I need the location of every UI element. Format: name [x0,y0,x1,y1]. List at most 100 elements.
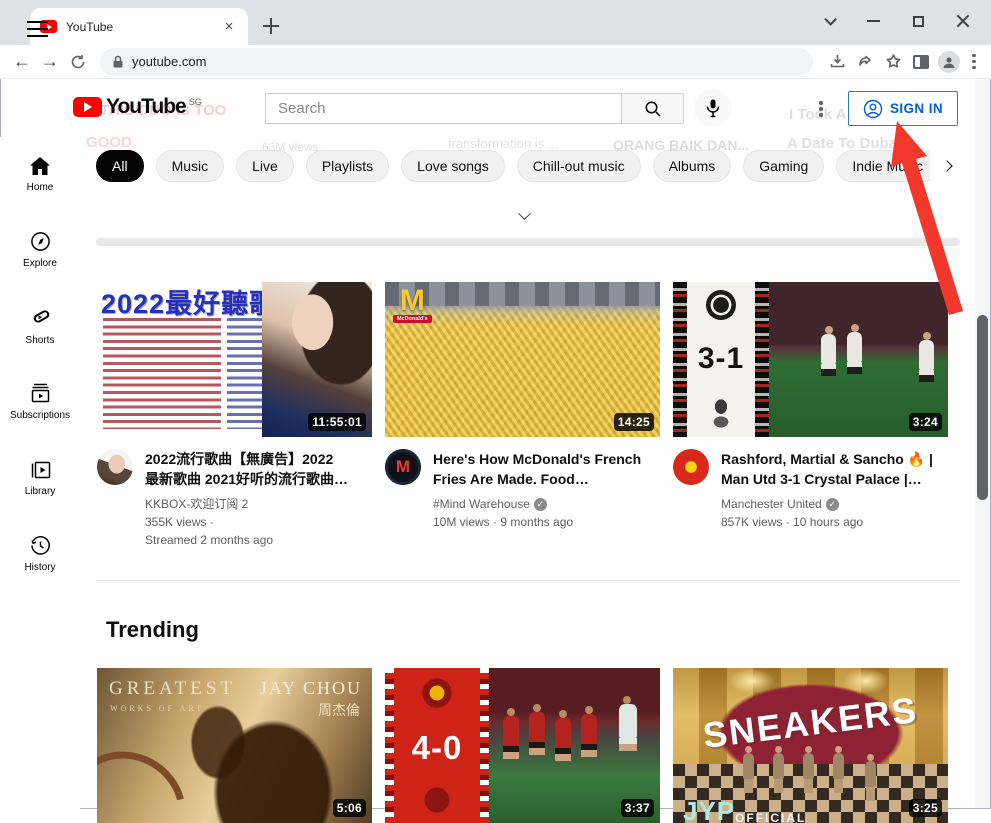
home-icon [29,156,51,176]
sign-in-person-icon [863,99,883,119]
video-grid-row-2: GREATEST WORKS OF ART JAY CHOU 周杰倫 5:06 … [97,668,948,823]
thumbnail-text: 周杰倫 [318,700,360,720]
duration-badge: 14:25 [614,413,654,431]
video-thumbnail[interactable]: 4-0 3:37 [385,668,660,823]
share-icon[interactable] [851,49,879,75]
thumbnail-art [729,668,775,694]
chip-love-songs[interactable]: Love songs [401,150,505,182]
chip-chill-out-music[interactable]: Chill-out music [517,150,641,182]
search-button[interactable] [622,93,684,124]
window-maximize-button[interactable] [903,8,933,34]
lock-icon [112,55,124,69]
video-views: 10M views · 9 months ago [433,513,641,531]
sidebar-item-history[interactable]: History [0,517,80,591]
video-thumbnail[interactable]: AL GOAL GO 3-1 3:24 [673,282,948,437]
scrollbar-thumb[interactable] [977,315,988,500]
video-card[interactable]: 2022最好聽歌曲 11:55:01 2022流行歌曲【無廣告】2022 最新歌… [97,282,372,549]
voice-search-button[interactable] [694,89,732,127]
channel-avatar[interactable] [673,449,709,485]
duration-badge: 3:24 [909,413,942,431]
address-bar[interactable]: youtube.com [100,48,813,76]
chip-indie-music[interactable]: Indie Music [836,150,930,182]
crystal-palace-crest-icon [708,397,734,429]
video-card[interactable]: GREATEST WORKS OF ART JAY CHOU 周杰倫 5:06 [97,668,372,823]
subscriptions-icon [30,383,51,404]
microphone-icon [705,98,721,118]
tab-close-icon[interactable]: × [220,18,238,36]
duration-badge: 5:06 [333,799,366,817]
side-panel-icon[interactable] [907,49,935,75]
loading-placeholder-bar [96,238,960,246]
score-text: 3-1 [698,342,744,376]
channel-name[interactable]: Manchester United ✓ [721,495,933,513]
new-tab-button[interactable] [262,17,280,35]
chip-live[interactable]: Live [236,150,294,182]
url-text: youtube.com [132,54,206,69]
sidebar-item-explore[interactable]: Explore [0,213,80,287]
thumbnail-art [673,282,687,437]
channel-avatar[interactable] [97,449,133,485]
channel-name[interactable]: #Mind Warehouse ✓ [433,495,641,513]
browser-menu-icon[interactable] [963,49,991,75]
chips-scroll-right-icon[interactable] [936,155,958,177]
chip-albums[interactable]: Albums [653,150,732,182]
video-thumbnail[interactable]: SNEAKERS JYP OFFICIAL 3:25 [673,668,948,823]
thumbnail-text: WORKS OF ART [110,704,204,713]
trending-heading: Trending [106,617,199,643]
bookmark-star-icon[interactable] [879,49,907,75]
chip-playlists[interactable]: Playlists [306,150,389,182]
chip-gaming[interactable]: Gaming [743,150,824,182]
search-input[interactable] [266,100,621,117]
sidebar-label: History [24,562,55,573]
video-thumbnail[interactable]: GREATEST WORKS OF ART JAY CHOU 周杰倫 5:06 [97,668,372,823]
mini-guide-sidebar: Home Explore Shorts Subscriptions Librar… [0,137,80,809]
youtube-logo[interactable]: YouTube SG [73,95,202,119]
channel-name[interactable]: KKBOX-欢迎订阅 2 [145,495,348,513]
scrollbar-track[interactable] [975,79,990,808]
chip-music[interactable]: Music [156,150,225,182]
collapse-chevron-icon[interactable] [514,209,534,223]
video-card[interactable]: M McDonald's 14:25 M Here's How McDonald… [385,282,660,549]
history-icon [30,535,51,556]
video-title[interactable]: 2022流行歌曲【無廣告】2022 最新歌曲 2021好听的流行歌曲… [145,449,348,489]
guide-menu-icon[interactable] [27,21,48,37]
man-utd-crest-icon [420,676,454,710]
video-title[interactable]: Rashford, Martial & Sancho 🔥 | Man Utd 3… [721,449,933,489]
youtube-header: YouTube SG SIGN IN [0,79,975,137]
sidebar-item-subscriptions[interactable]: Subscriptions [0,365,80,439]
profile-avatar-icon[interactable] [935,49,963,75]
mcdonalds-logo: M McDonald's [393,288,432,323]
sidebar-item-home[interactable]: Home [0,137,80,211]
video-views: 355K views · [145,513,348,531]
settings-kebab-icon[interactable] [812,99,830,119]
video-meta: 2022流行歌曲【無廣告】2022 最新歌曲 2021好听的流行歌曲… KKBO… [97,449,372,549]
thumbnail-art [843,668,889,694]
browser-tab-youtube[interactable]: YouTube × [30,8,248,45]
video-thumbnail[interactable]: 2022最好聽歌曲 11:55:01 [97,282,372,437]
tab-search-chevron-icon[interactable] [813,8,843,34]
youtube-region-label: SG [189,97,202,107]
video-card[interactable]: AL GOAL GO 3-1 3:24 Rashford, Martia [673,282,948,549]
back-button[interactable]: ← [8,48,36,76]
video-title[interactable]: Here's How McDonald's French Fries Are M… [433,449,641,489]
download-icon[interactable] [823,49,851,75]
reload-button[interactable] [64,48,92,76]
thumbnail-text: JAY CHOU [260,678,362,699]
window-close-button[interactable] [948,8,978,34]
duration-badge: 3:37 [621,799,654,817]
thumbnail-tracklist [103,318,221,429]
sidebar-label: Explore [23,258,57,269]
thumbnail-art [755,282,769,437]
channel-avatar[interactable]: M [385,449,421,485]
video-card[interactable]: 4-0 3:37 [385,668,660,823]
sign-in-button[interactable]: SIGN IN [848,91,958,126]
window-minimize-button[interactable] [858,8,888,34]
forward-button[interactable]: → [36,48,64,76]
tab-title: YouTube [66,20,220,34]
video-card[interactable]: SNEAKERS JYP OFFICIAL 3:25 [673,668,948,823]
video-thumbnail[interactable]: M McDonald's 14:25 [385,282,660,437]
thumbnail-text: OFFICIAL [735,811,806,823]
chip-all[interactable]: All [96,150,144,182]
sidebar-item-shorts[interactable]: Shorts [0,289,80,363]
sidebar-item-library[interactable]: Library [0,441,80,515]
